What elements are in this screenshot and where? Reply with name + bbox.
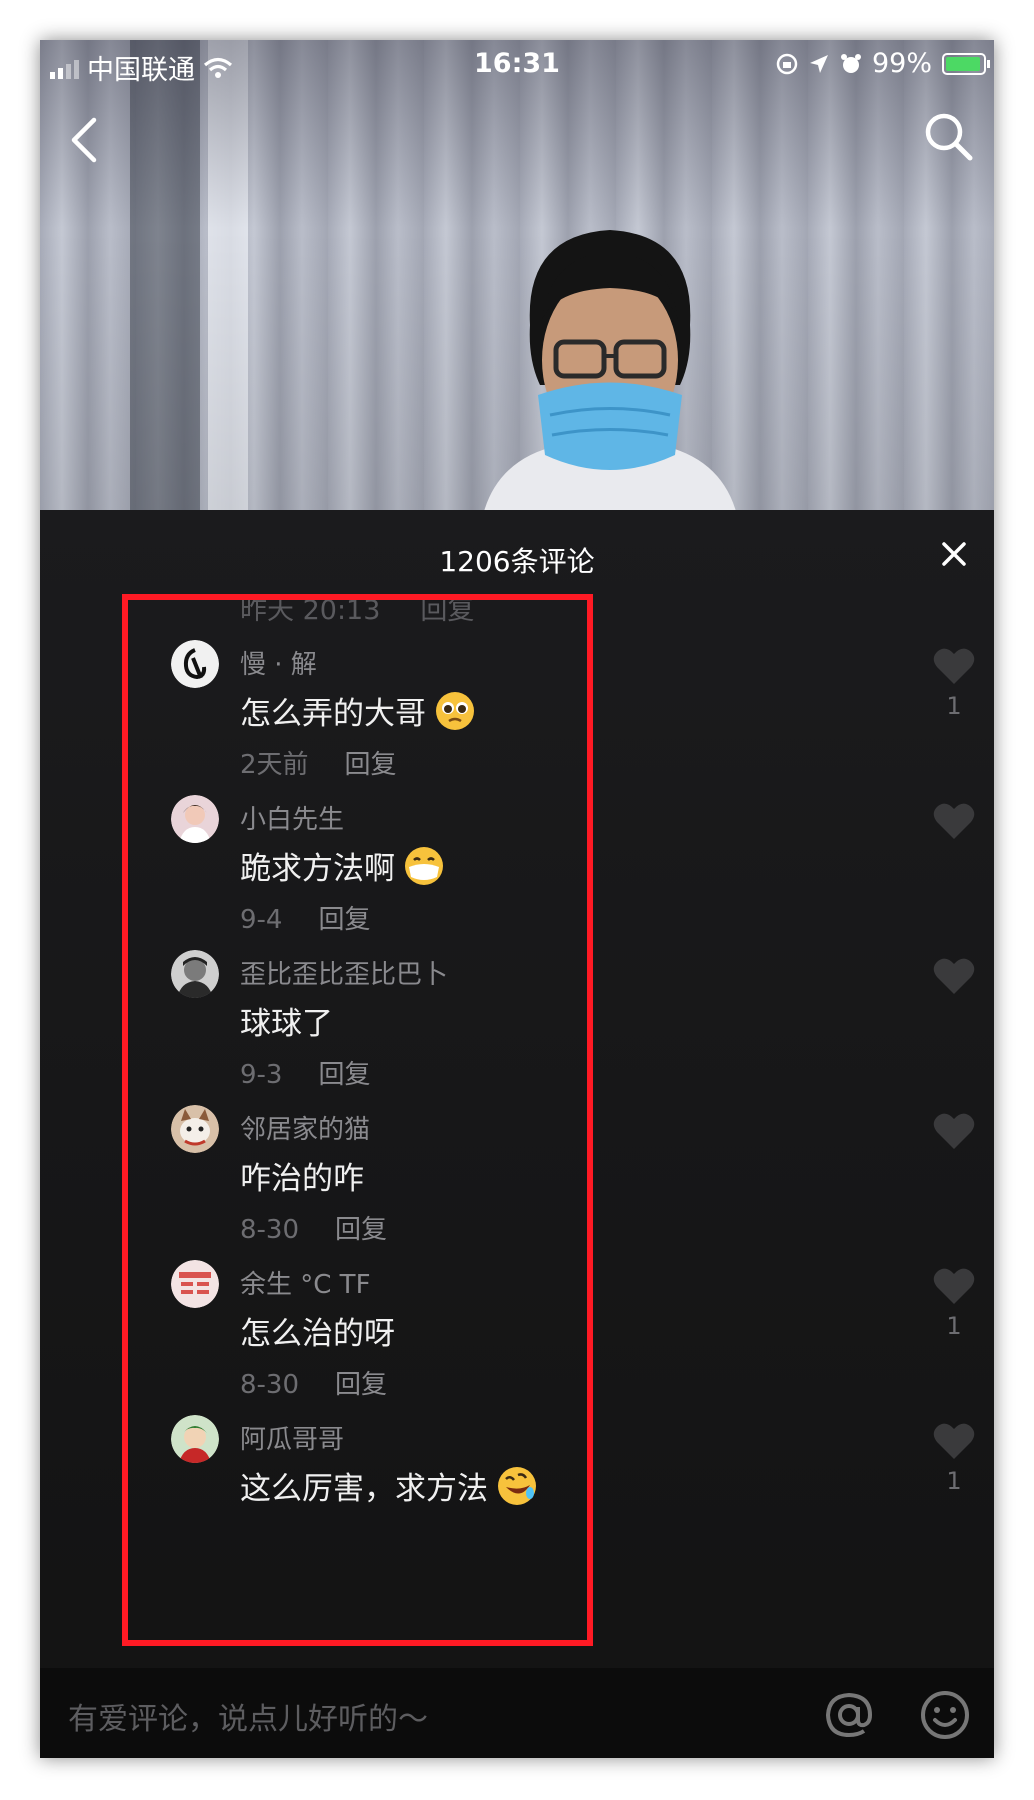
heart-icon[interactable] [932,1111,976,1151]
like-count: 1 [946,692,962,720]
battery-icon [942,52,990,75]
person-figure [484,230,736,510]
alarm-icon [840,53,861,73]
highlight-box [122,594,593,1646]
comment-count-title: 1206条评论 [439,545,595,578]
heart-icon[interactable] [932,1421,976,1461]
heart-icon[interactable] [932,956,976,996]
orientation-lock-icon [776,53,798,74]
heart-icon[interactable] [932,1266,976,1306]
back-arrow-icon[interactable] [60,110,110,170]
search-icon[interactable] [920,108,976,164]
like-count: 1 [946,1312,962,1340]
comment-input-bar[interactable]: 有爱评论，说点儿好听的～ [40,1668,994,1758]
heart-icon[interactable] [932,646,976,686]
status-bar: 中国联通 16:31 99% [40,40,994,90]
video-area[interactable]: 中国联通 16:31 99% [40,40,994,510]
location-icon [809,54,828,73]
battery-percent: 99% [871,48,932,79]
close-icon[interactable] [936,536,972,572]
at-mention-icon[interactable] [822,1688,876,1742]
heart-icon[interactable] [932,801,976,841]
like-count: 1 [946,1467,962,1495]
comment-input[interactable]: 有爱评论，说点儿好听的～ [68,1694,428,1738]
emoji-picker-icon[interactable] [918,1688,972,1742]
